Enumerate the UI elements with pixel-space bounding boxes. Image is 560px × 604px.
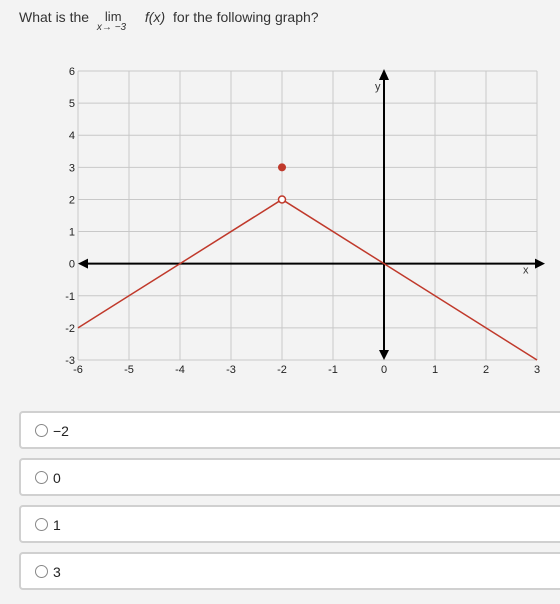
y-tick-label: 5: [69, 98, 75, 110]
x-axis-left-arrow-icon: [78, 258, 88, 269]
x-tick-label: 2: [483, 364, 489, 376]
radio-button[interactable]: [35, 424, 48, 437]
x-axis-right-arrow-icon: [535, 258, 545, 269]
y-axis-down-arrow-icon: [379, 350, 389, 360]
answer-option-label: −2: [53, 423, 69, 439]
x-tick-label: -3: [226, 364, 236, 376]
axes: xy: [78, 69, 545, 360]
x-tick-label: -1: [328, 364, 338, 376]
function-graph: xy -6 -5 -4 -3 -2 -1 0 1 2 3-3-2-10123456: [65, 66, 545, 376]
x-tick-label: 1: [432, 364, 438, 376]
y-tick-label: 1: [69, 227, 75, 239]
x-tick-label: 0: [381, 364, 387, 376]
radio-button[interactable]: [35, 471, 48, 484]
y-tick-label: -3: [65, 355, 75, 367]
x-tick-label: 3: [534, 364, 540, 376]
answer-option-label: 0: [53, 470, 61, 486]
x-tick-label: -2: [277, 364, 287, 376]
function-segment: [281, 198, 538, 361]
y-tick-label: -2: [65, 323, 75, 335]
x-tick-label: -5: [124, 364, 134, 376]
answer-option[interactable]: 1: [19, 505, 560, 543]
y-axis-label: y: [375, 81, 381, 93]
answer-option[interactable]: 3: [19, 552, 560, 590]
radio-button[interactable]: [35, 518, 48, 531]
answer-option-label: 1: [53, 517, 61, 533]
y-tick-label: 4: [69, 130, 75, 142]
answer-option[interactable]: 0: [19, 458, 560, 496]
y-tick-label: 6: [69, 66, 75, 78]
answer-option-label: 3: [53, 564, 61, 580]
y-tick-label: 2: [69, 194, 75, 206]
radio-button[interactable]: [35, 565, 48, 578]
x-axis-label: x: [523, 265, 529, 277]
plot: [77, 163, 538, 361]
y-tick-label: 0: [69, 259, 75, 271]
y-tick-label: -1: [65, 291, 75, 303]
tick-labels: -6 -5 -4 -3 -2 -1 0 1 2 3-3-2-10123456: [65, 66, 540, 376]
x-tick-label: -4: [175, 364, 185, 376]
open-point: [277, 195, 287, 204]
y-tick-label: 3: [69, 162, 75, 174]
answer-option[interactable]: −2: [19, 411, 560, 449]
filled-point: [278, 163, 286, 172]
